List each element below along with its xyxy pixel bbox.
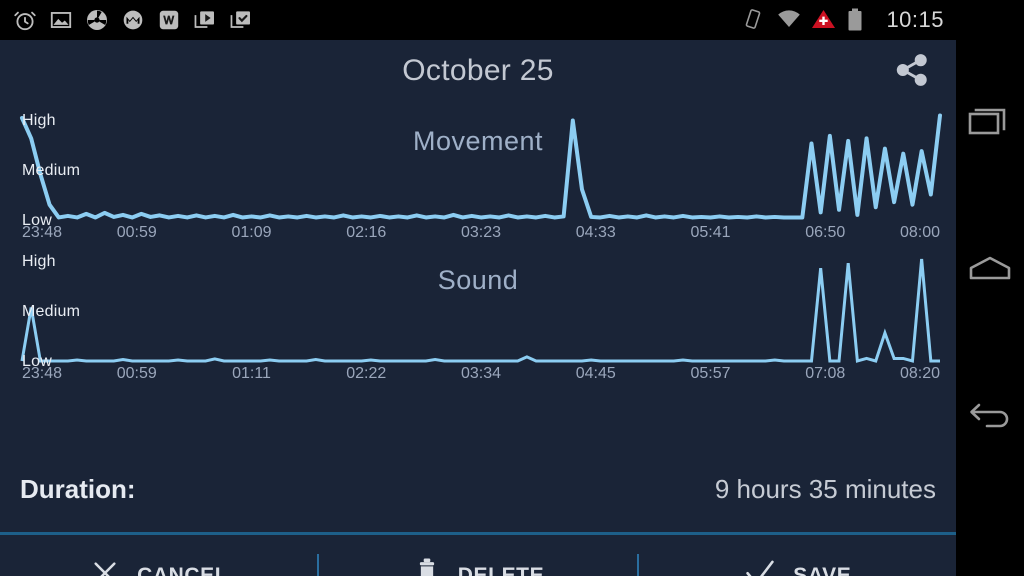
sound-x-axis: 23:48 00:59 01:11 02:22 03:34 04:45 05:57 07:08… xyxy=(0,365,956,385)
sound-xaxis-tick: 04:45 xyxy=(575,365,616,382)
status-bar-notifications xyxy=(0,7,254,33)
sound-xaxis-tick: 07:08 xyxy=(805,365,846,382)
motorola-icon xyxy=(120,7,146,33)
alarm-clock-icon xyxy=(12,7,38,33)
sound-xaxis-tick: 03:34 xyxy=(460,365,502,382)
movement-xaxis-tick: 00:59 xyxy=(116,224,157,241)
recents-button[interactable] xyxy=(956,86,1024,160)
import-icon xyxy=(228,7,254,33)
vibrate-icon xyxy=(741,7,767,33)
close-icon xyxy=(89,557,121,576)
movement-xaxis-tick: 08:00 xyxy=(899,224,940,241)
movement-xaxis-tick: 06:50 xyxy=(805,224,846,241)
movement-xaxis-tick: 02:16 xyxy=(346,224,387,241)
share-button[interactable] xyxy=(888,50,936,94)
cancel-button-label: CANCEL xyxy=(137,563,229,576)
home-icon xyxy=(967,254,1013,289)
status-clock: 10:15 xyxy=(886,7,944,32)
alert-icon xyxy=(811,7,837,33)
device-screen: 10:15 October 25 Movement High Medium Lo… xyxy=(0,0,1024,576)
movement-chart: Movement High Medium Low 23:48 00:59 01:09… xyxy=(0,102,956,245)
sleep-record-screen: October 25 Movement High Medium Low 23:4… xyxy=(0,40,956,576)
save-button[interactable]: SAVE xyxy=(639,535,956,576)
cancel-button[interactable]: CANCEL xyxy=(0,535,317,576)
recents-icon xyxy=(967,104,1013,143)
app-header: October 25 xyxy=(0,40,956,102)
battery-icon xyxy=(846,7,872,33)
status-bar-system: 10:15 xyxy=(741,7,956,33)
movement-ylabel-medium: Medium xyxy=(22,162,81,179)
movement-xaxis-tick: 23:48 xyxy=(22,224,63,241)
back-button[interactable] xyxy=(956,382,1024,456)
photo-icon xyxy=(48,7,74,33)
movement-ylabel-high: High xyxy=(22,112,56,129)
sound-xaxis-tick: 08:20 xyxy=(899,365,940,382)
share-icon xyxy=(893,51,931,94)
system-nav-bar xyxy=(956,0,1024,576)
duration-row: Duration: 9 hours 35 minutes xyxy=(0,446,956,532)
radiation-icon xyxy=(84,7,110,33)
trash-icon xyxy=(412,557,442,576)
sound-xaxis-tick: 02:22 xyxy=(346,365,387,382)
action-bar: CANCEL DELETE SAVE xyxy=(0,535,956,576)
movement-xaxis-tick: 04:33 xyxy=(575,224,616,241)
movement-xaxis-tick: 03:23 xyxy=(460,224,502,241)
sound-xaxis-tick: 05:57 xyxy=(690,365,731,382)
status-bar: 10:15 xyxy=(0,0,956,40)
sound-chart: Sound High Medium Low 23:48 00:59 01:11 02:… xyxy=(0,245,956,386)
back-icon xyxy=(967,400,1013,439)
duration-value: 9 hours 35 minutes xyxy=(714,473,936,504)
movement-xaxis-tick: 01:09 xyxy=(231,224,272,241)
sound-xaxis-tick: 00:59 xyxy=(116,365,157,382)
delete-button[interactable]: DELETE xyxy=(319,535,636,576)
sound-ylabel-high: High xyxy=(22,253,56,270)
duration-label: Duration: xyxy=(20,473,136,504)
home-button[interactable] xyxy=(956,234,1024,308)
sound-ylabel-medium: Medium xyxy=(22,303,81,320)
wifi-icon xyxy=(776,7,802,33)
check-icon xyxy=(743,557,777,576)
sound-xaxis-tick: 23:48 xyxy=(22,365,63,382)
page-title: October 25 xyxy=(402,54,554,87)
sound-xaxis-tick: 01:11 xyxy=(232,365,271,382)
movement-x-axis: 23:48 00:59 01:09 02:16 03:23 04:33 05:41 06:50… xyxy=(0,224,956,244)
save-button-label: SAVE xyxy=(793,563,852,576)
w-app-icon xyxy=(156,7,182,33)
export-icon xyxy=(192,7,218,33)
delete-button-label: DELETE xyxy=(457,563,545,576)
movement-xaxis-tick: 05:41 xyxy=(690,224,731,241)
